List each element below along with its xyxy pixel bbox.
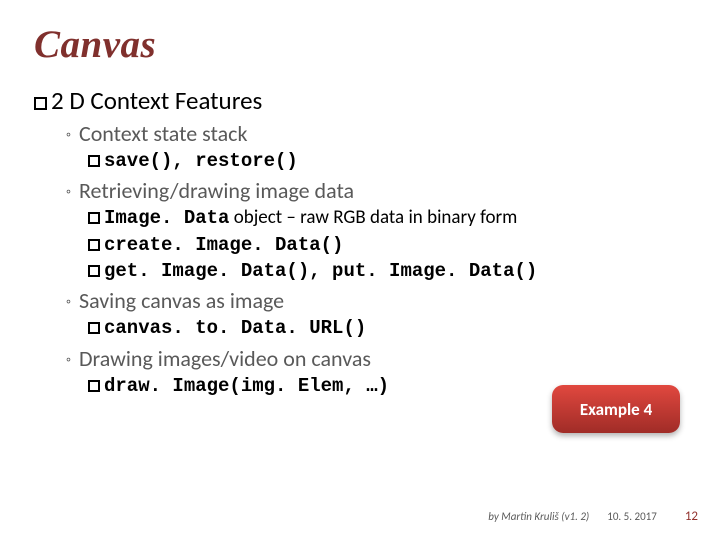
footer-author: by Martin Kruliš (v1. 2) [488, 510, 589, 523]
sub-item: ◦ Context state stack [66, 120, 686, 147]
sub-item: ◦ Retrieving/drawing image data [66, 177, 686, 204]
example-badge[interactable]: Example 4 [552, 385, 680, 433]
code-text: get. Image. Data(), put. Image. Data() [104, 260, 537, 282]
code-text: create. Image. Data() [104, 234, 343, 256]
code-text: Image. Data [104, 207, 229, 229]
leaf-tail: object – raw RGB data in binary form [229, 206, 517, 229]
leaf-item: create. Image. Data() [88, 233, 686, 257]
leaf-item: save(), restore() [88, 149, 686, 173]
sub-label: Drawing images/video on canvas [79, 345, 371, 372]
heading-rest: Context Features [85, 85, 263, 116]
code-text: draw. Image(img. Elem, …) [104, 375, 389, 397]
slide: Canvas 2 D Context Features ◦ Context sta… [0, 0, 720, 540]
square-bullet-icon [88, 212, 100, 224]
sub-label: Saving canvas as image [79, 287, 284, 314]
square-bullet-icon [88, 239, 100, 251]
footer-page-number: 12 [685, 509, 698, 524]
leaf-item: canvas. to. Data. URL() [88, 316, 686, 340]
slide-title: Canvas [34, 22, 686, 67]
diamond-bullet-icon: ◦ [66, 351, 71, 368]
square-bullet-icon [88, 380, 100, 392]
badge-label: Example 4 [580, 399, 652, 420]
code-text: canvas. to. Data. URL() [104, 317, 366, 339]
footer-date: 10. 5. 2017 [607, 510, 657, 523]
square-bullet-icon [88, 265, 100, 277]
square-bullet-icon [88, 322, 100, 334]
square-bullet-icon [88, 155, 100, 167]
section-heading: 2 D Context Features [34, 85, 686, 116]
diamond-bullet-icon: ◦ [66, 183, 71, 200]
sub-label: Retrieving/drawing image data [79, 177, 354, 204]
heading-prefix: 2 D [51, 85, 85, 116]
sub-item: ◦ Saving canvas as image [66, 287, 686, 314]
code-text: save(), restore() [104, 150, 298, 172]
leaf-item: Image. Data object – raw RGB data in bin… [88, 206, 686, 230]
square-bullet-icon [34, 97, 47, 110]
diamond-bullet-icon: ◦ [66, 293, 71, 310]
diamond-bullet-icon: ◦ [66, 126, 71, 143]
slide-footer: by Martin Kruliš (v1. 2) 10. 5. 2017 12 [488, 509, 698, 524]
sub-label: Context state stack [79, 120, 248, 147]
leaf-item: get. Image. Data(), put. Image. Data() [88, 259, 686, 283]
sub-item: ◦ Drawing images/video on canvas [66, 345, 686, 372]
